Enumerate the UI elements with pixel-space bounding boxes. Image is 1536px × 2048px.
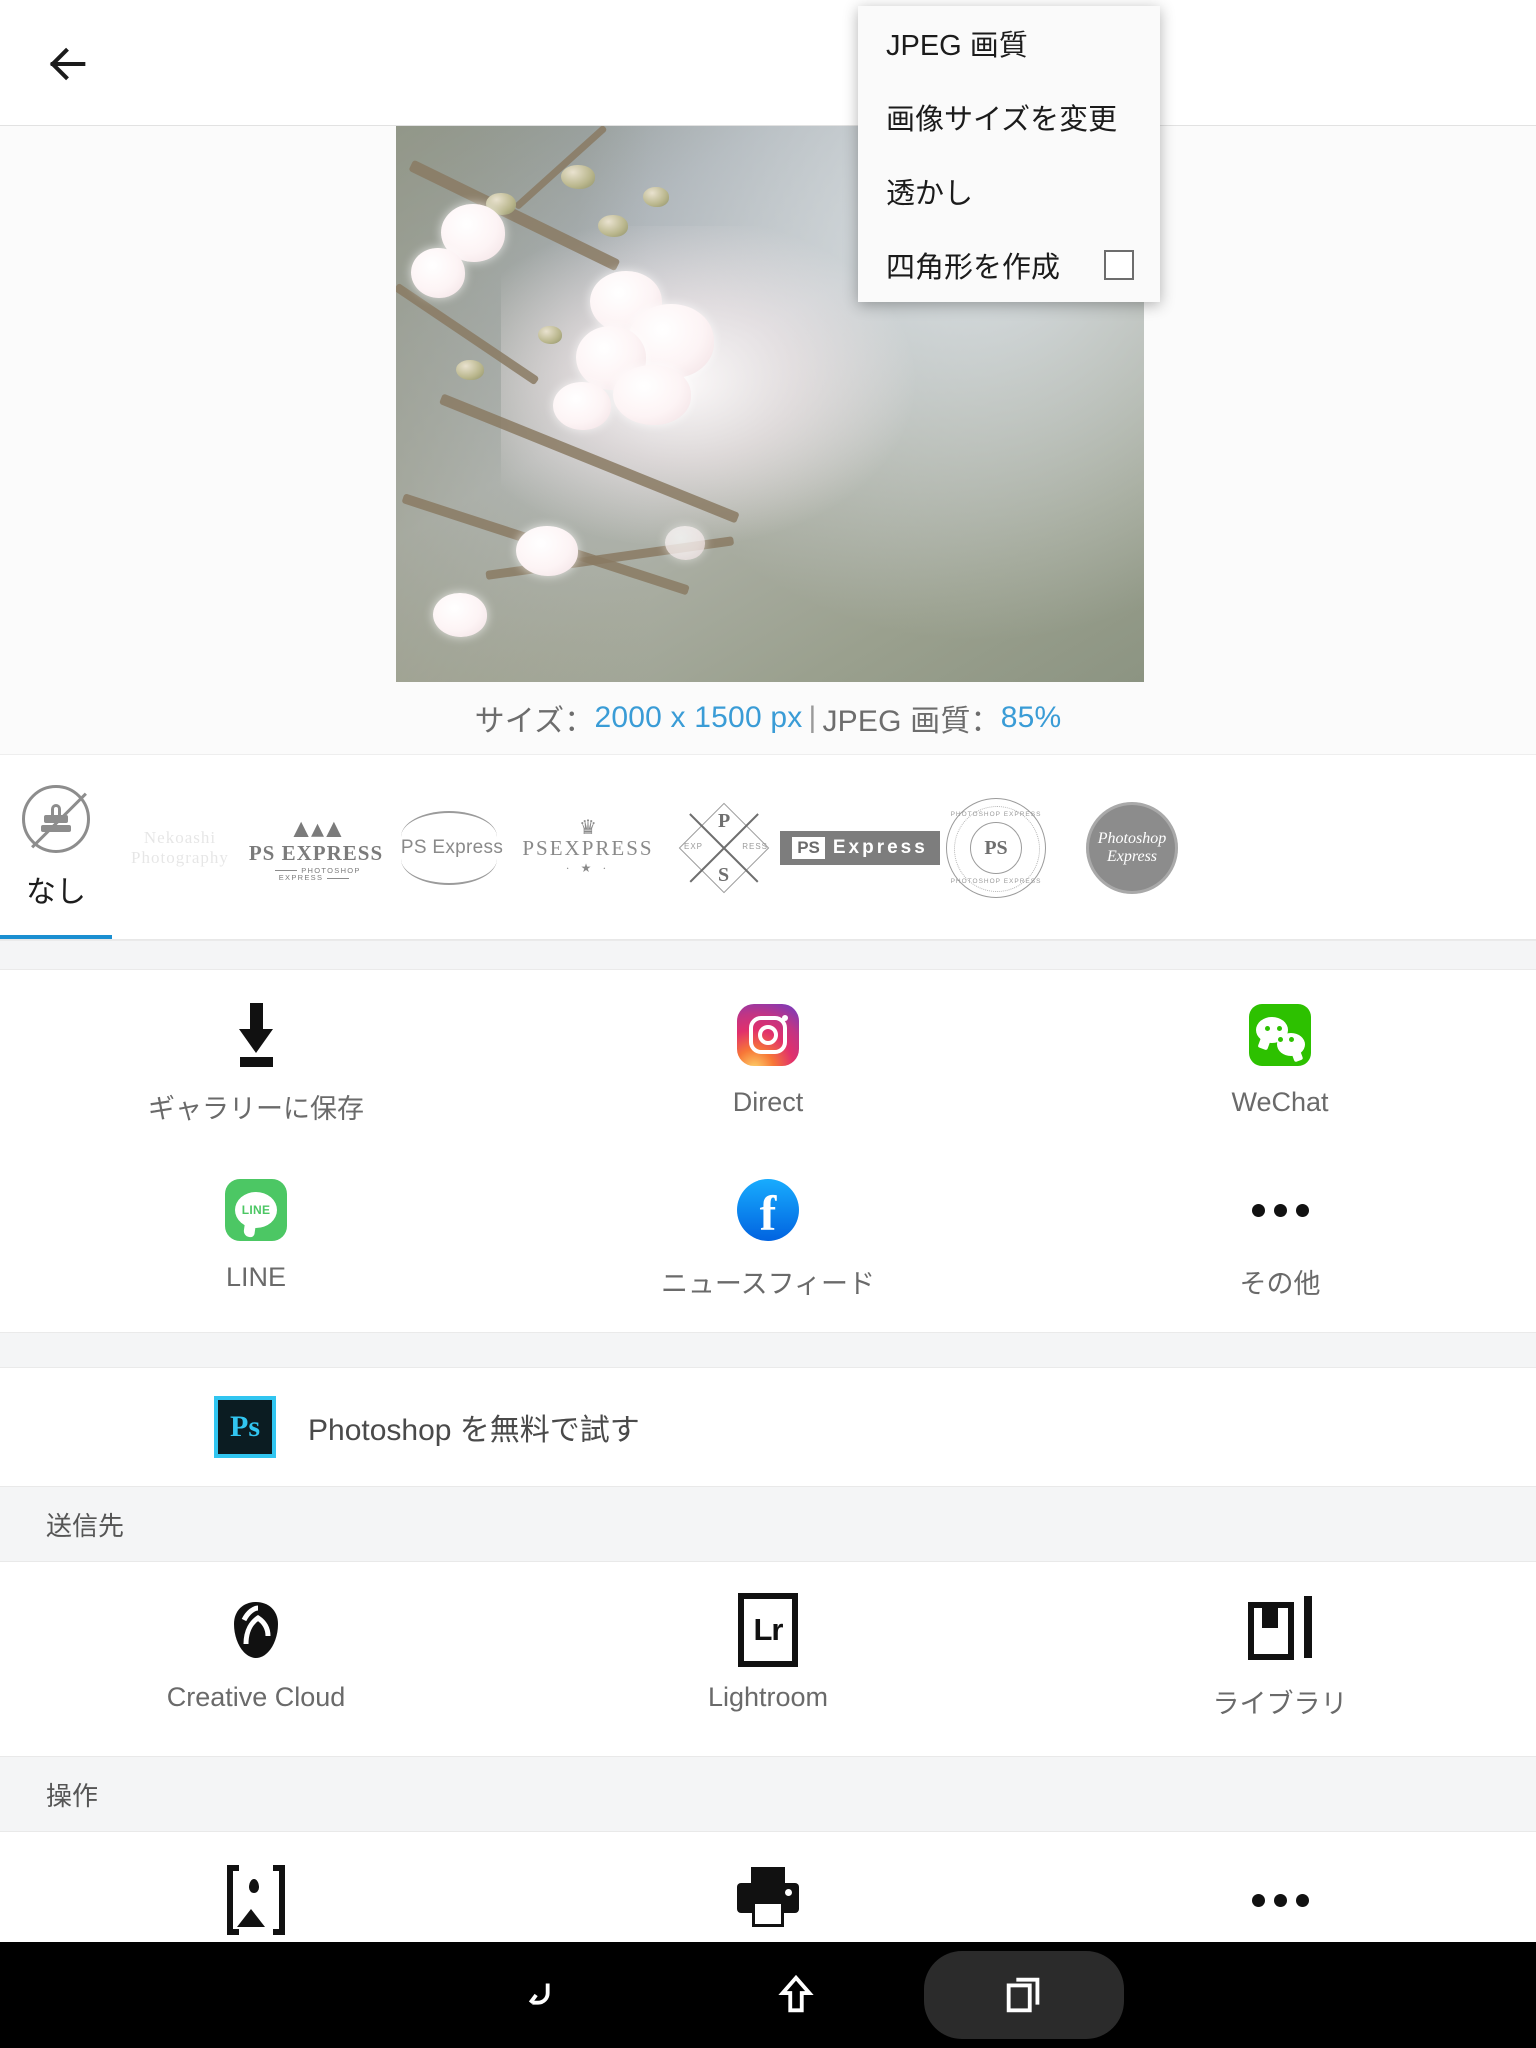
photoshop-trial-row[interactable]: Ps Photoshop を無料で試す <box>0 1368 1536 1486</box>
share-label: WeChat <box>1231 1087 1329 1117</box>
facebook-icon: f <box>737 1174 799 1246</box>
watermark-option-box[interactable]: PS Express <box>780 755 940 939</box>
watermark-none-label: なし <box>26 876 86 909</box>
share-label: LINE <box>225 1262 287 1292</box>
crown-logo-icon: ♛ PSEXPRESS · ★ · <box>522 817 654 875</box>
image-info-line: サイズ： 2000 x 1500 px | JPEG 画質： 85% <box>0 682 1536 754</box>
download-icon <box>228 999 284 1071</box>
share-facebook-newsfeed[interactable]: f ニュースフィード <box>512 1160 1024 1332</box>
share-label: Direct <box>732 1087 804 1117</box>
share-row-1: ギャラリーに保存 Direct WeChat <box>0 985 1536 1157</box>
nav-recents-button[interactable] <box>924 1951 1124 2039</box>
section-header-destination: 送信先 <box>0 1486 1536 1562</box>
mountain-logo-icon: ▲▴▲ PS EXPRESS PHOTOSHOP EXPRESS <box>248 812 384 882</box>
destination-library[interactable]: ライブラリ <box>1024 1580 1536 1756</box>
no-watermark-icon <box>22 785 90 853</box>
app-root: サイズ： 2000 x 1500 px | JPEG 画質： 85% なし Ne… <box>0 0 1536 2048</box>
badge-logo-icon: Photoshop Express <box>1086 802 1178 894</box>
nav-home-button[interactable] <box>668 1942 924 2048</box>
nekoashi-wordmark-icon: Nekoashi Photography <box>131 828 229 867</box>
share-row-2: LINE LINE f ニュースフィード その他 <box>0 1160 1536 1332</box>
creative-cloud-icon <box>223 1594 289 1666</box>
watermark-option-seal[interactable]: PHOTOSHOP EXPRESS PHOTOSHOP EXPRESS PS <box>928 755 1064 939</box>
watermark-option-ps-express-mountain[interactable]: ▲▴▲ PS EXPRESS PHOTOSHOP EXPRESS <box>248 755 384 939</box>
preview-area: サイズ： 2000 x 1500 px | JPEG 画質： 85% <box>0 126 1536 754</box>
watermark-option-badge[interactable]: Photoshop Express <box>1064 755 1200 939</box>
wechat-icon <box>1249 999 1311 1071</box>
watermark-option-ps-express-arc[interactable]: PS Express <box>384 755 520 939</box>
menu-item-label: 四角形を作成 <box>886 252 1061 284</box>
line-icon: LINE <box>225 1174 287 1246</box>
menu-item-label: 画像サイズを変更 <box>886 104 1118 136</box>
menu-item-watermark[interactable]: 透かし <box>858 154 1160 228</box>
watermark-strip[interactable]: なし Nekoashi Photography ▲▴▲ PS EXPRESS P… <box>0 754 1536 940</box>
share-instagram-direct[interactable]: Direct <box>512 985 1024 1157</box>
diamond-arrows-logo-icon: P S EXP RESS <box>674 798 774 898</box>
share-label: ギャラリーに保存 <box>148 1094 364 1124</box>
watermark-option-nekoashi[interactable]: Nekoashi Photography <box>112 755 248 939</box>
seal-logo-icon: PHOTOSHOP EXPRESS PHOTOSHOP EXPRESS PS <box>946 798 1046 898</box>
share-line[interactable]: LINE LINE <box>0 1160 512 1332</box>
back-button[interactable] <box>32 28 104 100</box>
photoshop-app-icon: Ps <box>214 1396 276 1458</box>
menu-item-label: JPEG 画質 <box>886 30 1028 62</box>
photo-frame-icon <box>227 1862 285 1938</box>
share-wechat[interactable]: WeChat <box>1024 985 1536 1157</box>
section-header-actions: 操作 <box>0 1756 1536 1832</box>
recents-nav-icon <box>1006 1977 1040 2013</box>
quality-label: JPEG 画質： <box>822 705 1001 738</box>
destination-label: ライブラリ <box>1212 1689 1348 1719</box>
arrow-left-icon <box>49 47 86 81</box>
library-icon <box>1248 1594 1312 1666</box>
share-label: ニュースフィード <box>660 1269 876 1299</box>
menu-item-resize-image[interactable]: 画像サイズを変更 <box>858 80 1160 154</box>
quality-value: 85% <box>1000 701 1062 734</box>
create-rectangle-checkbox[interactable] <box>1104 250 1134 280</box>
menu-item-label: 透かし <box>886 178 974 210</box>
top-app-bar <box>0 0 1536 126</box>
info-divider: | <box>808 701 817 734</box>
android-navigation-bar <box>0 1942 1536 2048</box>
options-dropdown-menu[interactable]: JPEG 画質 画像サイズを変更 透かし 四角形を作成 <box>858 6 1160 302</box>
box-logo-icon: PS Express <box>780 831 940 865</box>
more-dots-icon <box>1249 1864 1311 1936</box>
destination-lightroom[interactable]: Lr Lightroom <box>512 1580 1024 1756</box>
destination-label: Lightroom <box>707 1682 829 1712</box>
size-label: サイズ： <box>474 705 595 738</box>
share-more[interactable]: その他 <box>1024 1160 1536 1332</box>
share-save-to-gallery[interactable]: ギャラリーに保存 <box>0 985 512 1157</box>
destination-creative-cloud[interactable]: Creative Cloud <box>0 1580 512 1756</box>
section-title: 送信先 <box>46 1510 125 1541</box>
photoshop-trial-label: Photoshop を無料で試す <box>308 1414 640 1447</box>
separator-band-2 <box>0 1332 1536 1368</box>
menu-item-create-rectangle[interactable]: 四角形を作成 <box>858 228 1160 302</box>
instagram-icon <box>737 999 799 1071</box>
separator-band-1 <box>0 940 1536 970</box>
section-title: 操作 <box>46 1780 99 1811</box>
share-label: その他 <box>1239 1269 1321 1299</box>
watermark-option-diamond[interactable]: P S EXP RESS <box>656 755 792 939</box>
arc-logo-icon: PS Express <box>400 811 503 885</box>
menu-item-jpeg-quality[interactable]: JPEG 画質 <box>858 6 1160 80</box>
destination-row: Creative Cloud Lr Lightroom ライブラリ <box>0 1580 1536 1756</box>
nav-back-button[interactable] <box>412 1942 668 2048</box>
lightroom-icon: Lr <box>738 1593 798 1667</box>
more-dots-icon <box>1249 1174 1311 1246</box>
back-nav-icon <box>528 1983 550 2005</box>
watermark-option-none[interactable]: なし <box>0 755 112 939</box>
size-value: 2000 x 1500 px <box>594 701 803 734</box>
destination-label: Creative Cloud <box>166 1682 346 1712</box>
watermark-option-psexpress-crown[interactable]: ♛ PSEXPRESS · ★ · <box>520 755 656 939</box>
home-nav-icon <box>778 1974 814 2013</box>
printer-icon <box>735 1864 801 1936</box>
